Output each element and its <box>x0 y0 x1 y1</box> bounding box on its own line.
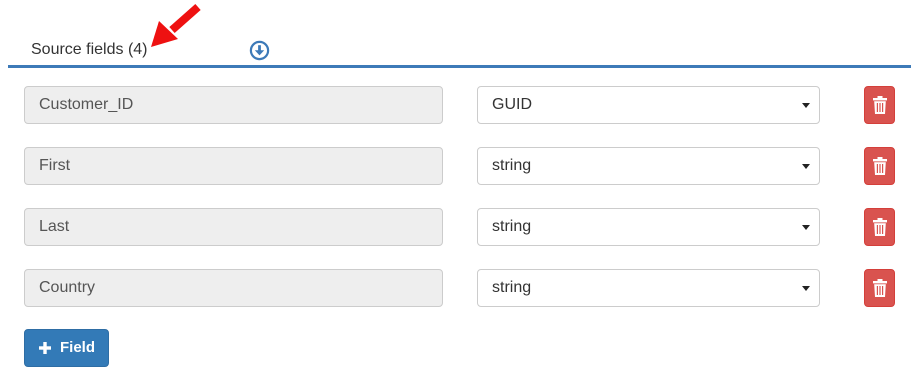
field-row: string <box>0 208 919 248</box>
field-name-input[interactable] <box>24 269 443 307</box>
caret-down-icon <box>802 103 810 108</box>
caret-down-icon <box>802 286 810 291</box>
field-type-value: string <box>492 218 532 235</box>
panel-header: Source fields (4) <box>0 0 919 68</box>
source-fields-tab[interactable]: Source fields (4) <box>31 41 148 59</box>
header-underline <box>8 65 911 68</box>
add-field-button[interactable]: Field <box>24 329 109 367</box>
delete-field-button[interactable] <box>864 147 895 185</box>
trash-icon <box>873 157 887 175</box>
delete-field-button[interactable] <box>864 208 895 246</box>
field-name-input[interactable] <box>24 208 443 246</box>
field-row: GUID <box>0 86 919 126</box>
field-type-select[interactable]: GUID <box>477 86 820 124</box>
trash-icon <box>873 96 887 114</box>
field-type-select[interactable]: string <box>477 208 820 246</box>
field-row: string <box>0 147 919 187</box>
field-type-value: string <box>492 157 532 174</box>
delete-field-button[interactable] <box>864 86 895 124</box>
field-row: string <box>0 269 919 309</box>
trash-icon <box>873 218 887 236</box>
field-type-select[interactable]: string <box>477 147 820 185</box>
caret-down-icon <box>802 164 810 169</box>
field-name-input[interactable] <box>24 86 443 124</box>
field-type-value: string <box>492 279 532 296</box>
plus-icon <box>39 342 51 354</box>
arrow-circle-down-icon[interactable] <box>249 40 270 61</box>
source-fields-panel: Source fields (4) GUID <box>0 0 919 380</box>
field-type-value: GUID <box>492 96 532 113</box>
add-field-label: Field <box>60 339 96 356</box>
trash-icon <box>873 279 887 297</box>
caret-down-icon <box>802 225 810 230</box>
field-type-select[interactable]: string <box>477 269 820 307</box>
delete-field-button[interactable] <box>864 269 895 307</box>
red-arrow-icon <box>148 2 206 50</box>
field-name-input[interactable] <box>24 147 443 185</box>
